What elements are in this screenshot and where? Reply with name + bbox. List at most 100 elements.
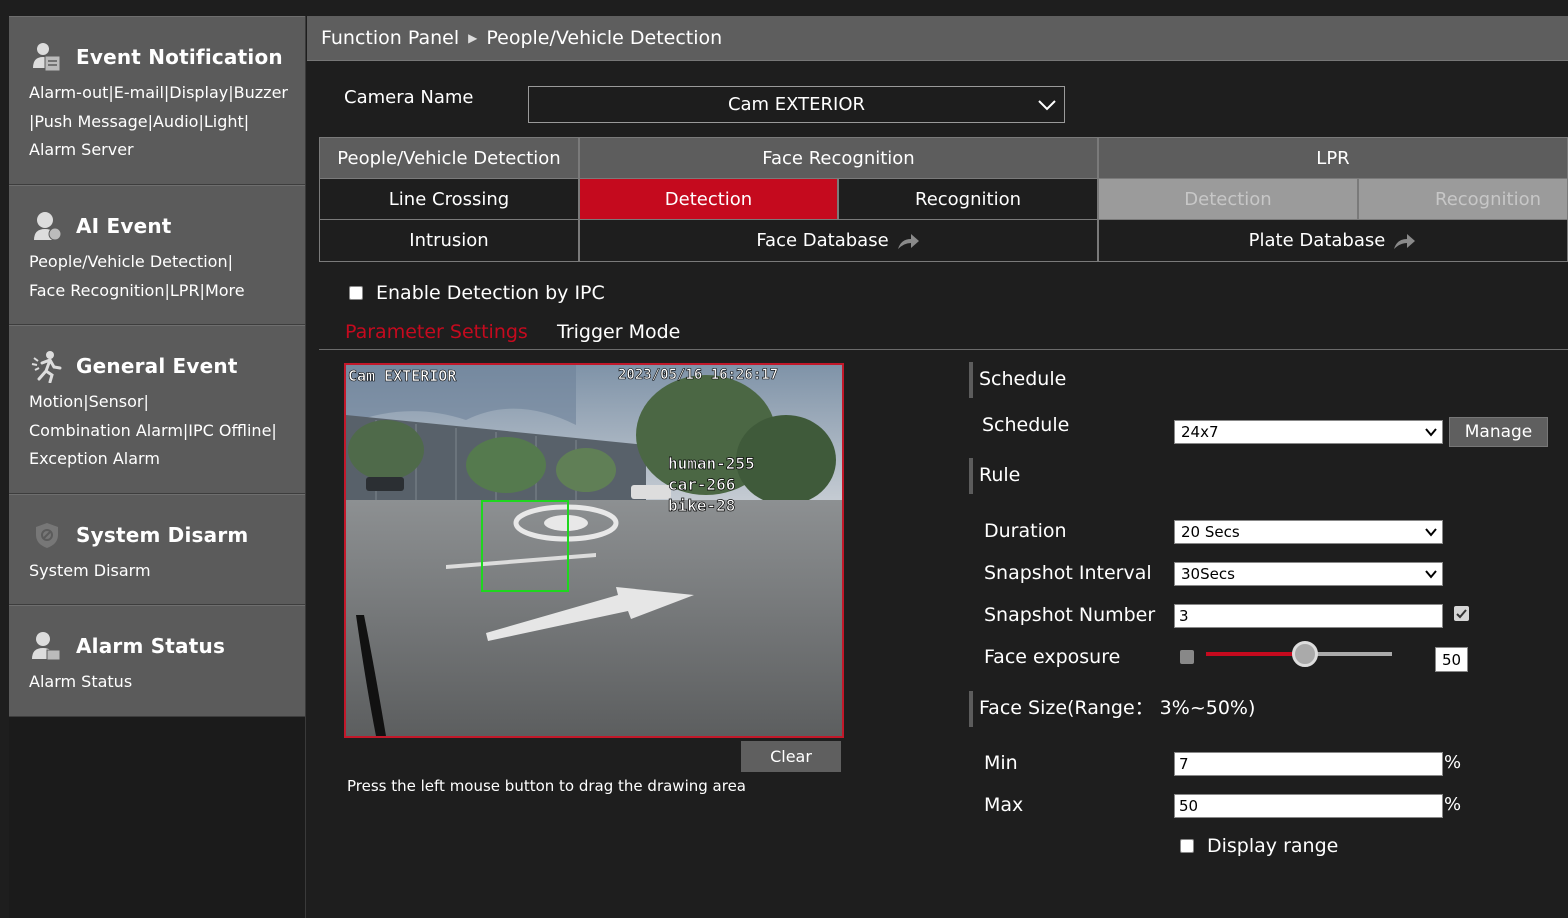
sidebar-desc: Alarm Status [29, 668, 299, 697]
min-label: Min [984, 752, 1018, 774]
desc-line: Alarm-out|E-mail|Display|Buzzer [29, 83, 288, 102]
face-exposure-value[interactable]: 50 [1435, 647, 1468, 672]
sidebar-item-alarm-status[interactable]: Alarm Status Alarm Status [9, 605, 305, 717]
face-exposure-label: Face exposure [984, 646, 1121, 668]
schedule-label: Schedule [982, 414, 1070, 436]
schedule-select[interactable]: 24x7 [1174, 420, 1443, 444]
sidebar-item-head: General Event [29, 348, 238, 384]
desc-line: System Disarm [29, 561, 151, 580]
sidebar-item-general-event[interactable]: General Event Motion|Sensor| Combination… [9, 325, 305, 494]
chevron-down-icon [1424, 425, 1438, 443]
sidebar-title: General Event [76, 354, 238, 378]
desc-line: Alarm Server [29, 140, 134, 159]
sidebar-desc: System Disarm [29, 557, 299, 586]
snapshot-number-checkbox[interactable] [1454, 606, 1469, 621]
sidebar-desc: People/Vehicle Detection| Face Recogniti… [29, 248, 299, 305]
osd-camera-name: Cam EXTERIOR [348, 367, 457, 385]
shield-icon [29, 517, 65, 553]
breadcrumb-root[interactable]: Function Panel [321, 27, 459, 49]
tab-grid: People/Vehicle Detection Face Recognitio… [319, 137, 1568, 262]
tab-plate-database[interactable]: Plate Database [1098, 219, 1568, 262]
osd-timestamp: 2023/05/16 16:26:17 [618, 367, 778, 383]
max-percent: % [1444, 794, 1462, 815]
tab-face-recognition[interactable]: Face Recognition [579, 137, 1098, 179]
tab-trigger-mode[interactable]: Trigger Mode [557, 321, 680, 343]
min-percent: % [1444, 752, 1462, 773]
chevron-down-icon [1424, 525, 1438, 543]
osd-car-count: car-266 [668, 475, 735, 494]
tab-plate-database-label: Plate Database [1248, 230, 1386, 251]
desc-line: People/Vehicle Detection| [29, 252, 233, 271]
share-arrow-icon [895, 231, 921, 251]
face-exposure-slider-handle[interactable] [1292, 641, 1318, 667]
enable-detection-checkbox[interactable] [349, 286, 363, 300]
tab-face-recognition-sub[interactable]: Recognition [838, 178, 1098, 220]
tab-people-vehicle-detection[interactable]: People/Vehicle Detection [319, 137, 579, 179]
desc-line: Combination Alarm|IPC Offline| [29, 420, 277, 440]
ai-person-icon [29, 208, 65, 244]
clear-button[interactable]: Clear [741, 741, 841, 772]
desc-line: Motion|Sensor| [29, 392, 149, 411]
tab-lpr-detection: Detection [1098, 178, 1358, 220]
sidebar-item-head: System Disarm [29, 517, 248, 553]
tab-line-crossing[interactable]: Line Crossing [319, 178, 579, 220]
tab-face-database[interactable]: Face Database [579, 219, 1098, 262]
snapshot-interval-value: 30Secs [1181, 565, 1235, 583]
desc-line: Face Recognition|LPR|More [29, 280, 245, 300]
sidebar-item-ai-event[interactable]: AI Event People/Vehicle Detection| Face … [9, 185, 305, 325]
sidebar-desc: Motion|Sensor| Combination Alarm|IPC Off… [29, 388, 299, 474]
drawing-hint: Press the left mouse button to drag the … [347, 777, 746, 795]
tab-face-detection[interactable]: Detection [579, 178, 838, 220]
enable-detection-row: Enable Detection by IPC [349, 282, 605, 304]
breadcrumb-separator-icon: ▶ [468, 31, 478, 45]
sidebar-title: Event Notification [76, 45, 283, 69]
chevron-down-icon [1036, 95, 1058, 120]
tab-parameter-settings[interactable]: Parameter Settings [345, 321, 528, 343]
face-exposure-checkbox[interactable] [1180, 650, 1194, 664]
camera-select[interactable]: Cam EXTERIOR [528, 86, 1065, 123]
sidebar-item-head: Event Notification [29, 39, 283, 75]
duration-select-value: 20 Secs [1181, 523, 1240, 541]
sidebar-item-head: AI Event [29, 208, 172, 244]
chevron-down-icon [1424, 567, 1438, 585]
sidebar-title: System Disarm [76, 523, 249, 547]
display-range-label: Display range [1207, 835, 1339, 857]
sidebar-item-head: Alarm Status [29, 628, 225, 664]
tab-intrusion[interactable]: Intrusion [319, 219, 579, 262]
schedule-select-value: 24x7 [1181, 423, 1219, 441]
sidebar-title: Alarm Status [76, 634, 226, 658]
snapshot-interval-label: Snapshot Interval [984, 562, 1152, 584]
desc-line: |Push Message|Audio|Light| [29, 111, 250, 131]
alarm-person-icon [29, 628, 65, 664]
min-input[interactable]: 7 [1174, 752, 1443, 776]
snapshot-interval-select[interactable]: 30Secs [1174, 562, 1443, 586]
checkmark-icon [1456, 609, 1467, 619]
duration-label: Duration [984, 520, 1067, 542]
camera-preview[interactable]: Cam EXTERIOR 2023/05/16 16:26:17 human-2… [344, 363, 844, 738]
face-exposure-slider-fill [1206, 652, 1306, 656]
snapshot-number-input[interactable]: 3 [1174, 604, 1443, 628]
sidebar-title: AI Event [76, 214, 172, 238]
notification-icon [29, 39, 65, 75]
section-face-size: Face Size(Range： 3%~50%) [969, 691, 1255, 727]
breadcrumb-current: People/Vehicle Detection [486, 27, 723, 49]
share-arrow-icon [1391, 231, 1417, 251]
osd-human-count: human-255 [668, 454, 755, 473]
running-person-icon [29, 348, 65, 384]
display-range-checkbox[interactable] [1180, 839, 1194, 853]
tab-lpr-recognition: Recognition [1358, 178, 1568, 220]
display-range-row: Display range [1180, 835, 1338, 857]
duration-select[interactable]: 20 Secs [1174, 520, 1443, 544]
tab-face-database-label: Face Database [756, 230, 889, 251]
max-label: Max [984, 794, 1024, 816]
subtabs: Parameter Settings Trigger Mode [319, 318, 1568, 350]
sidebar: Event Notification Alarm-out|E-mail|Disp… [9, 16, 306, 918]
desc-line: Alarm Status [29, 672, 133, 691]
camera-select-value: Cam EXTERIOR [727, 94, 866, 115]
tab-lpr[interactable]: LPR [1098, 137, 1568, 179]
max-input[interactable]: 50 [1174, 794, 1443, 818]
sidebar-item-event-notification[interactable]: Event Notification Alarm-out|E-mail|Disp… [9, 16, 305, 185]
sidebar-item-system-disarm[interactable]: System Disarm System Disarm [9, 494, 305, 605]
manage-button[interactable]: Manage [1449, 417, 1548, 447]
osd-bike-count: bike-28 [668, 496, 735, 515]
